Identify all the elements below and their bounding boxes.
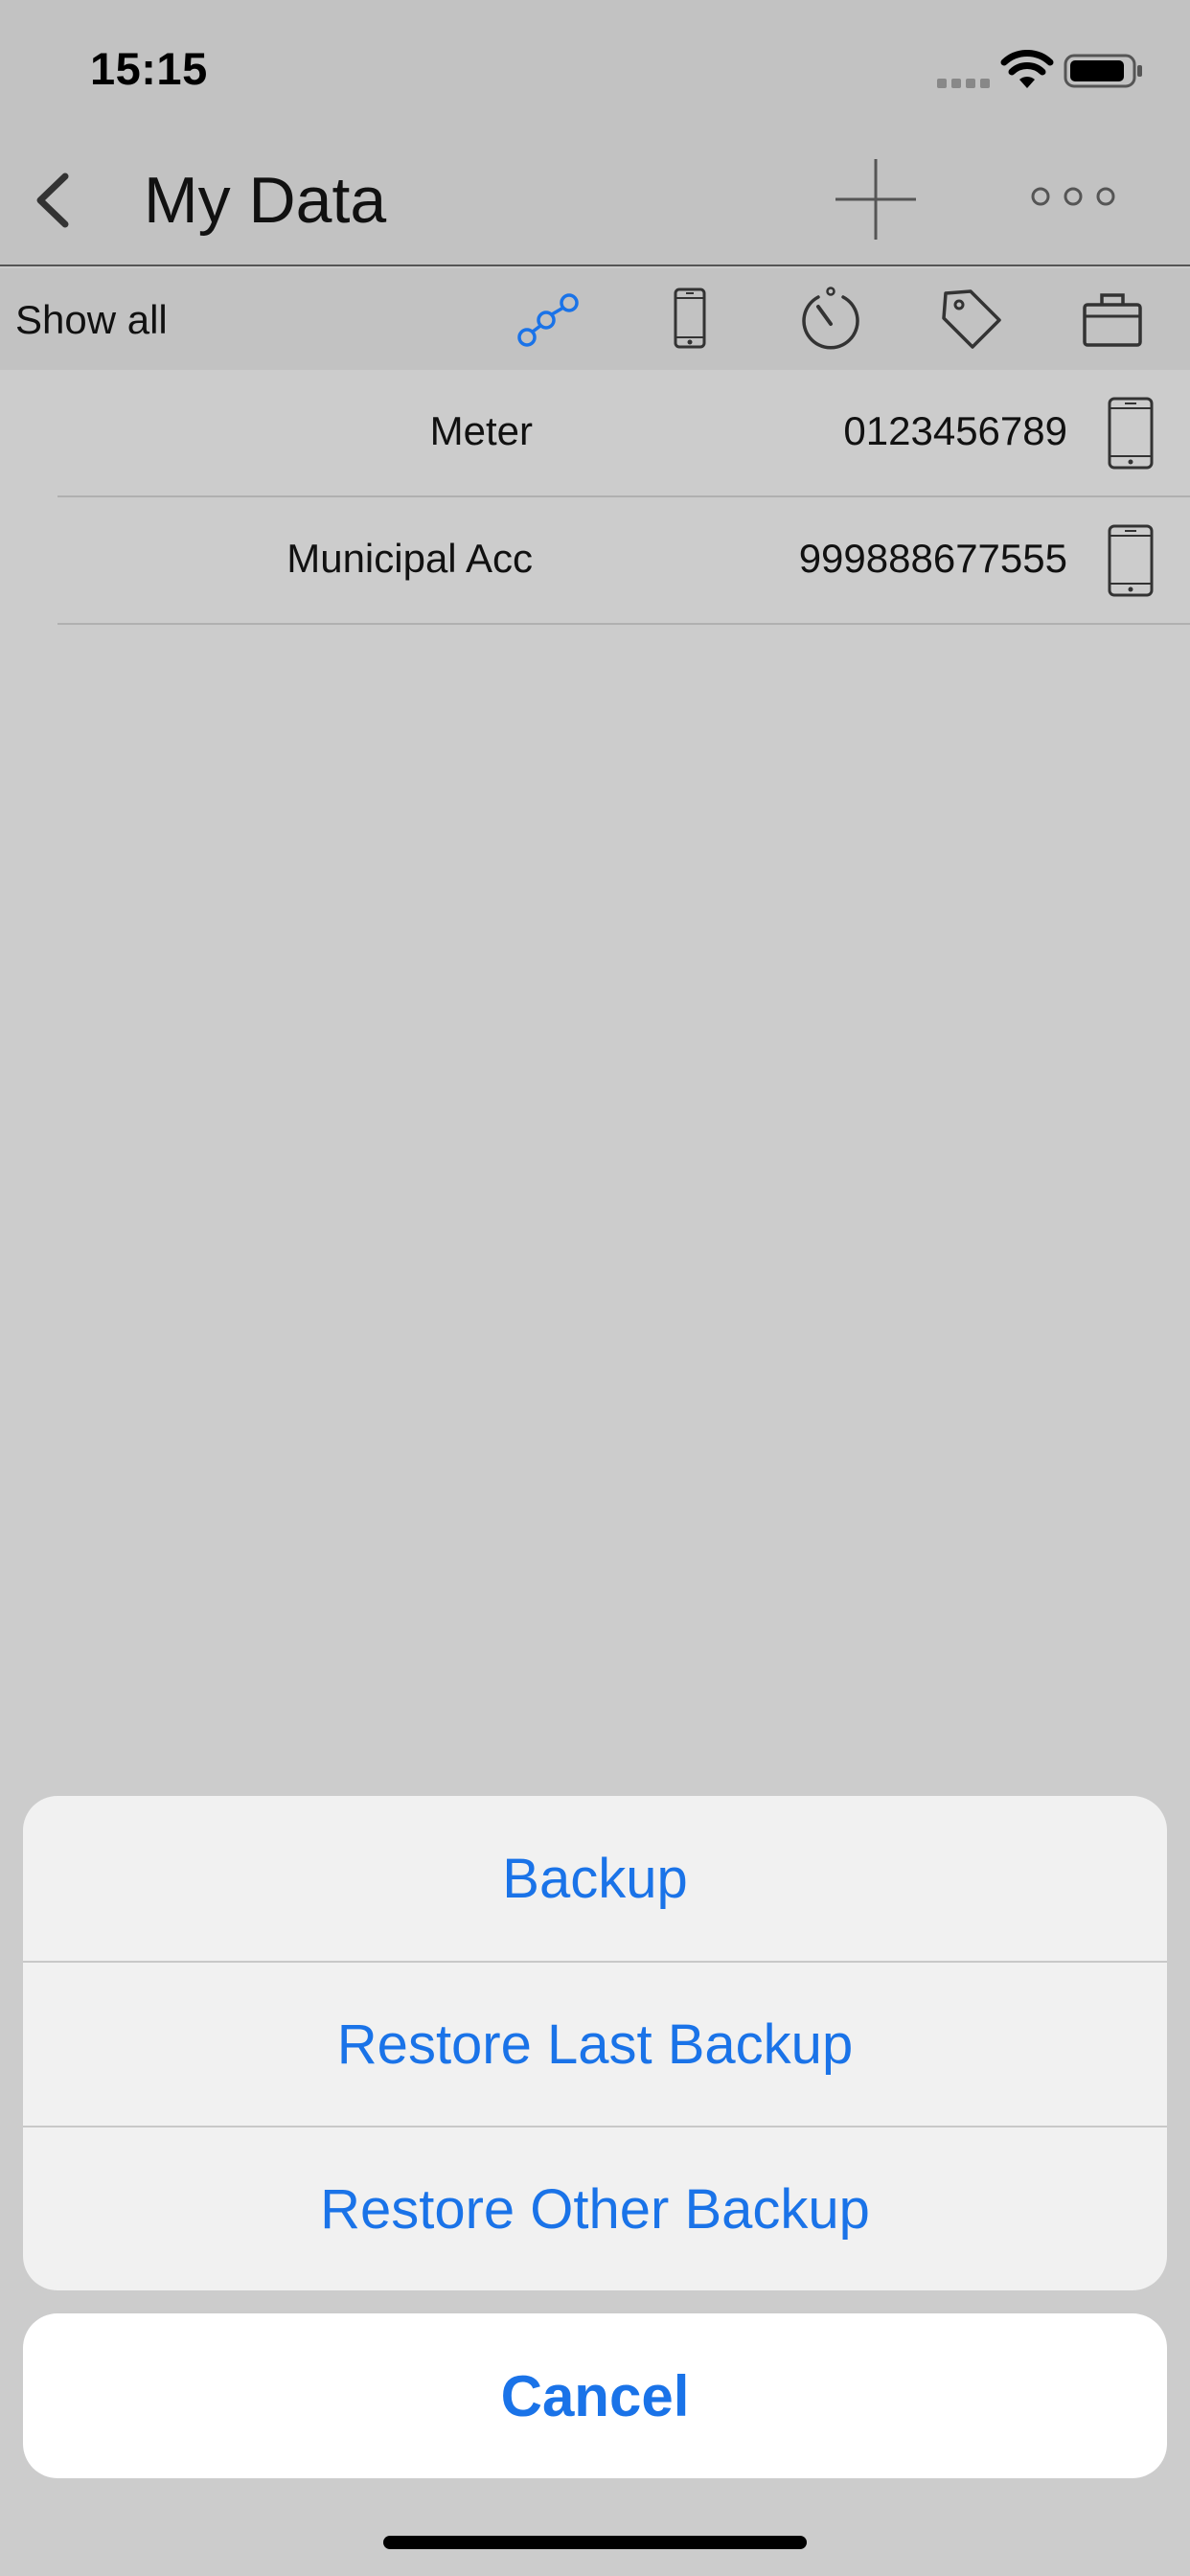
- list-item[interactable]: Municipal Acc 999888677555: [0, 497, 1190, 625]
- status-bar: 15:15: [0, 0, 1190, 134]
- status-time: 15:15: [90, 43, 208, 94]
- backup-button[interactable]: Backup: [23, 1796, 1167, 1961]
- cancel-button[interactable]: Cancel: [23, 2313, 1167, 2478]
- page-title: My Data: [144, 164, 387, 237]
- navigation-bar: My Data: [0, 134, 1190, 266]
- meter-icon[interactable]: [795, 284, 866, 355]
- battery-icon: [1064, 54, 1142, 88]
- item-name: Municipal Acc: [286, 536, 533, 581]
- item-name: Meter: [429, 408, 533, 453]
- screen: 15:15 My Data Show all Meter 0123456789 …: [0, 0, 1190, 2576]
- phone-icon[interactable]: [654, 284, 725, 355]
- home-indicator[interactable]: [383, 2536, 807, 2549]
- list-item[interactable]: Meter 0123456789: [0, 370, 1190, 497]
- chevron-left-icon[interactable]: [27, 167, 84, 234]
- briefcase-icon[interactable]: [1077, 284, 1148, 355]
- filter-bar: Show all: [0, 268, 1190, 370]
- ellipsis-icon[interactable]: [1025, 172, 1121, 220]
- phone-icon: [1108, 397, 1154, 470]
- cellular-signal-icon: [937, 79, 990, 88]
- wifi-icon: [1000, 50, 1054, 88]
- restore-other-backup-button[interactable]: Restore Other Backup: [23, 2126, 1167, 2290]
- restore-last-backup-button[interactable]: Restore Last Backup: [23, 1961, 1167, 2126]
- nodes-icon[interactable]: [514, 284, 584, 355]
- data-list: Meter 0123456789 Municipal Acc 999888677…: [0, 370, 1190, 625]
- item-value: 0123456789: [843, 408, 1067, 453]
- plus-icon[interactable]: [830, 153, 922, 245]
- item-value: 999888677555: [798, 536, 1067, 581]
- phone-icon: [1108, 524, 1154, 597]
- tag-icon[interactable]: [936, 284, 1007, 355]
- row-divider: [57, 623, 1190, 625]
- action-sheet: Backup Restore Last Backup Restore Other…: [23, 1796, 1167, 2290]
- show-all-button[interactable]: Show all: [15, 297, 168, 343]
